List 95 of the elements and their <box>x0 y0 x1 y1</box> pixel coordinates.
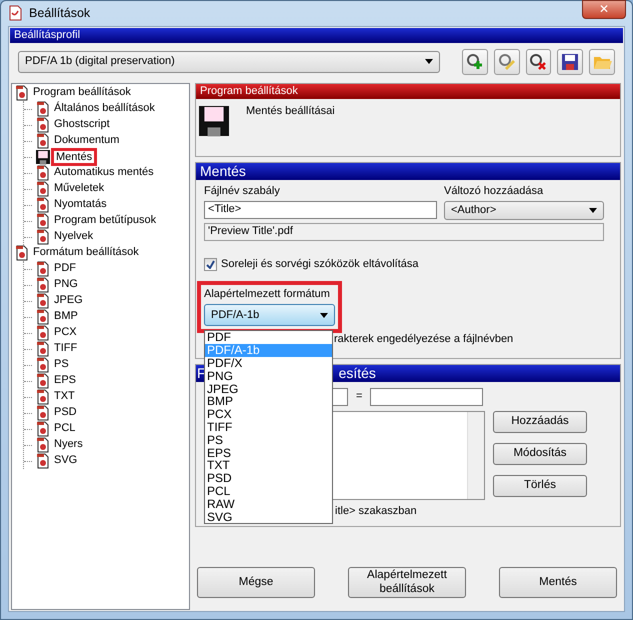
dropdown-option[interactable]: RAW <box>205 498 332 511</box>
document-icon <box>35 213 51 229</box>
tree-item[interactable]: Program beállítások <box>14 85 187 101</box>
section-header: Program beállítások <box>196 84 620 100</box>
tree-item[interactable]: BMP <box>54 310 78 324</box>
save-profile-button[interactable] <box>557 48 584 74</box>
document-icon <box>35 181 51 197</box>
footer-button[interactable]: Mentés <box>499 567 617 598</box>
footer-button[interactable]: Mégse <box>197 567 315 598</box>
footer-button[interactable]: Alapértelmezett beállítások <box>348 567 466 598</box>
dropdown-option[interactable]: PCX <box>205 408 332 421</box>
tree-item[interactable]: Műveletek <box>54 182 104 196</box>
tree-item[interactable]: PDF <box>54 262 76 276</box>
tree-item[interactable]: TXT <box>54 390 75 404</box>
equals-sign: = <box>356 390 362 404</box>
tree-item[interactable]: PSD <box>54 406 77 420</box>
dropdown-option[interactable]: SVG <box>205 510 332 524</box>
document-icon <box>35 197 51 213</box>
replace-text-field[interactable] <box>370 388 484 406</box>
document-icon <box>35 101 51 117</box>
document-icon <box>35 357 51 373</box>
dropdown-option[interactable]: PCL <box>205 484 332 498</box>
tree-item[interactable]: TIFF <box>54 342 78 356</box>
tree-item[interactable]: Nyomtatás <box>54 198 107 212</box>
section-header: Mentés <box>196 163 620 180</box>
document-icon <box>35 309 51 325</box>
preview-field: 'Preview Title'.pdf <box>204 222 604 241</box>
checkbox-label: Soreleji és sorvégi szóközök eltávolítása <box>221 258 418 272</box>
field-label: Fájlnév szabály <box>204 184 281 198</box>
tree-item[interactable]: PCX <box>54 326 77 340</box>
format-dropdown[interactable]: PDF/A-1b <box>204 304 335 326</box>
dropdown-option[interactable]: BMP <box>205 395 332 408</box>
checkbox-label: itle> szakaszban <box>335 504 417 517</box>
document-icon <box>35 229 51 245</box>
document-icon <box>35 453 51 469</box>
tree-item[interactable]: Mentés <box>51 148 98 166</box>
document-icon <box>35 293 51 309</box>
document-icon <box>35 389 51 405</box>
rename-profile-button[interactable] <box>494 48 520 74</box>
field-label: Változó hozzáadása <box>444 184 544 198</box>
tree-item[interactable]: Általános beállítások <box>54 102 155 116</box>
document-icon <box>35 405 51 421</box>
filename-field[interactable]: <Title> <box>204 200 437 219</box>
tree-item[interactable]: SVG <box>54 454 78 468</box>
add-profile-button[interactable] <box>462 48 488 74</box>
dropdown-option[interactable]: PSD <box>205 472 332 485</box>
document-icon <box>35 341 51 357</box>
document-icon <box>35 277 51 293</box>
document-icon <box>14 245 30 261</box>
document-icon <box>35 325 51 341</box>
tree-item[interactable]: Automatikus mentés <box>54 166 154 180</box>
dropdown-option[interactable]: PDF/X <box>205 356 332 370</box>
dropdown-option[interactable]: JPEG <box>205 382 332 396</box>
section-caption: Mentés beállításai <box>246 105 335 120</box>
document-icon <box>35 421 51 437</box>
action-button[interactable]: Hozzáadás <box>493 410 587 433</box>
profile-dropdown[interactable]: PDF/A 1b (digital preservation) <box>18 50 440 72</box>
scrollbar[interactable] <box>467 412 484 499</box>
checkmark-icon <box>206 260 215 270</box>
tree-item[interactable]: Dokumentum <box>54 134 120 148</box>
tree-item[interactable]: PCL <box>54 422 76 436</box>
dropdown-option[interactable]: PNG <box>205 370 332 383</box>
tree-item[interactable]: PNG <box>54 278 78 292</box>
open-profile-button[interactable] <box>589 48 616 74</box>
tree-item[interactable]: Nyelvek <box>54 230 94 244</box>
document-icon <box>35 261 51 277</box>
document-icon <box>35 133 51 149</box>
window-title: Beállítások <box>29 6 90 21</box>
document-icon <box>35 117 51 133</box>
tree-item[interactable]: EPS <box>54 374 76 388</box>
document-icon <box>35 373 51 389</box>
tree-item[interactable]: Program betűtípusok <box>54 214 156 228</box>
tree-item[interactable]: Formátum beállítások <box>14 245 187 261</box>
checkbox-label: rakterek engedélyezése a fájlnévben <box>334 333 514 347</box>
tree-item[interactable]: Nyers <box>54 438 83 452</box>
checkbox[interactable] <box>204 258 217 272</box>
dropdown-option[interactable]: TXT <box>205 459 332 472</box>
search-text-field[interactable] <box>332 388 348 406</box>
variable-dropdown[interactable]: <Author> <box>444 200 604 220</box>
tree-item[interactable]: Ghostscript <box>54 118 110 132</box>
action-button[interactable]: Törlés <box>493 474 587 497</box>
field-label: Alapértelmezett formátum <box>204 288 331 302</box>
dropdown-option[interactable]: PDF <box>205 331 332 344</box>
app-icon <box>7 5 23 22</box>
action-button[interactable]: Módosítás <box>493 442 587 465</box>
tree-item[interactable]: PS <box>54 358 69 372</box>
delete-profile-button[interactable] <box>526 48 552 74</box>
dropdown-option[interactable]: TIFF <box>205 420 332 434</box>
dropdown-option[interactable]: PS <box>205 434 332 447</box>
document-icon <box>35 437 51 453</box>
tree-item[interactable]: JPEG <box>54 294 83 308</box>
profile-header: Beállításprofil <box>10 28 623 43</box>
section-title: esítés <box>338 365 376 382</box>
dropdown-option[interactable]: EPS <box>205 446 332 460</box>
document-icon <box>35 165 51 181</box>
